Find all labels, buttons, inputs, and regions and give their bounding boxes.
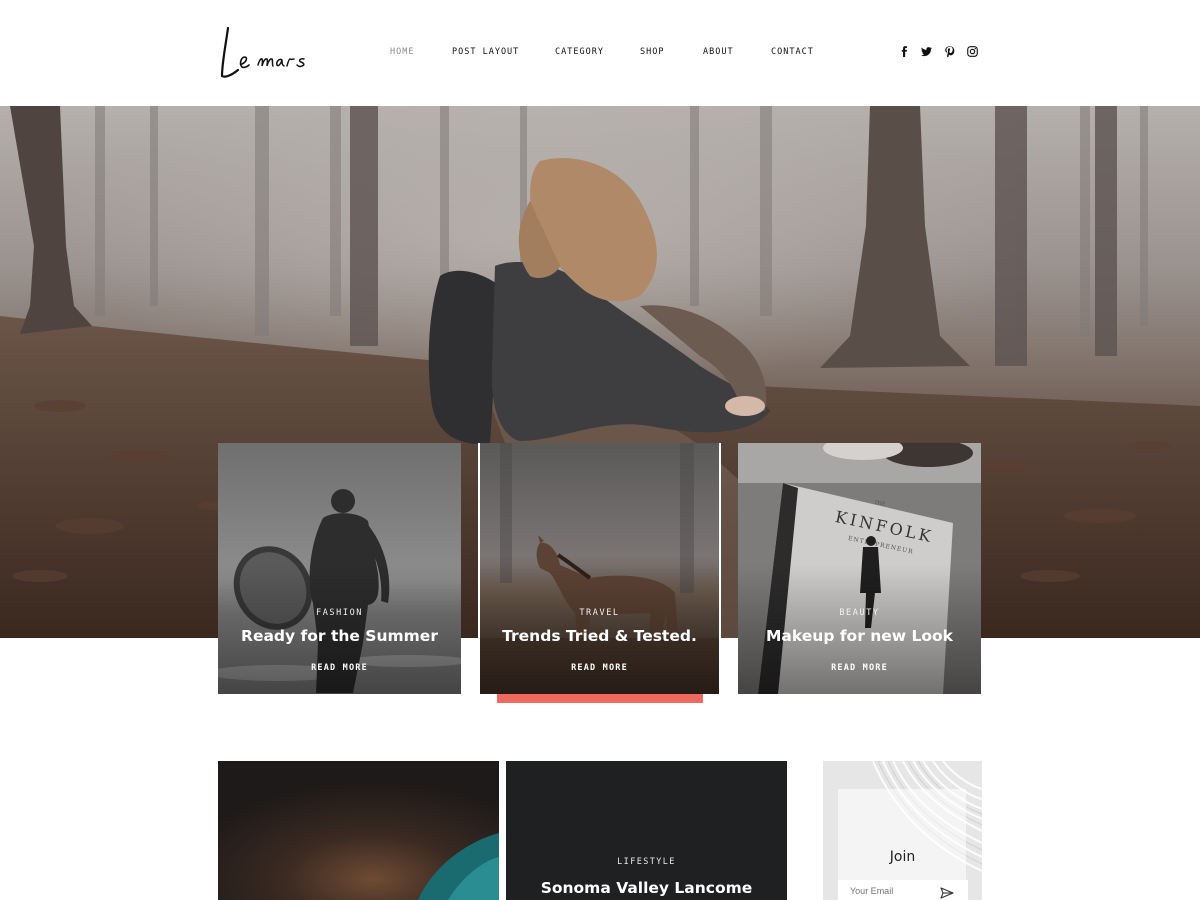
- read-more-link[interactable]: READ MORE: [480, 663, 719, 673]
- send-icon[interactable]: [940, 887, 954, 899]
- nav-post-layout[interactable]: POST LAYOUT: [452, 47, 519, 57]
- card-category[interactable]: BEAUTY: [738, 608, 981, 618]
- site-header: HOME POST LAYOUT CATEGORY SHOP ABOUT CON…: [0, 0, 1200, 106]
- newsletter-widget: Join: [823, 761, 982, 900]
- card-title[interactable]: Ready for the Summer: [218, 627, 461, 645]
- slider-active-indicator: [497, 694, 703, 703]
- pinterest-icon[interactable]: [942, 44, 956, 58]
- card-category[interactable]: FASHION: [218, 608, 461, 618]
- twitter-icon[interactable]: [919, 44, 933, 58]
- post-category[interactable]: LIFESTYLE: [506, 857, 787, 867]
- newsletter-heading: Join: [889, 849, 916, 865]
- nav-about[interactable]: ABOUT: [703, 47, 734, 57]
- logo-script-icon: [220, 26, 305, 78]
- instagram-icon[interactable]: [965, 44, 979, 58]
- post-card-image[interactable]: [218, 761, 499, 900]
- post-card-lifestyle[interactable]: LIFESTYLE Sonoma Valley Lancome: [506, 761, 787, 900]
- read-more-link[interactable]: READ MORE: [738, 663, 981, 673]
- featured-card-fashion[interactable]: FASHION Ready for the Summer READ MORE: [218, 443, 461, 694]
- facebook-icon[interactable]: [897, 44, 911, 58]
- post-title[interactable]: Sonoma Valley Lancome: [506, 879, 787, 897]
- site-logo[interactable]: [216, 18, 316, 84]
- featured-card-travel[interactable]: TRAVEL Trends Tried & Tested. READ MORE: [478, 443, 721, 694]
- nav-shop[interactable]: SHOP: [640, 47, 664, 57]
- nav-category[interactable]: CATEGORY: [555, 47, 604, 57]
- card-title[interactable]: Trends Tried & Tested.: [480, 627, 719, 645]
- post-thumbnail: [218, 761, 499, 900]
- card-category[interactable]: TRAVEL: [480, 608, 719, 618]
- read-more-link[interactable]: READ MORE: [218, 663, 461, 673]
- featured-card-beauty[interactable]: KINFOLK THE ENTREPRENEUR BEAUTY Makeup f…: [738, 443, 981, 694]
- nav-contact[interactable]: CONTACT: [771, 47, 814, 57]
- card-title[interactable]: Makeup for new Look: [738, 627, 981, 645]
- nav-home[interactable]: HOME: [390, 47, 414, 57]
